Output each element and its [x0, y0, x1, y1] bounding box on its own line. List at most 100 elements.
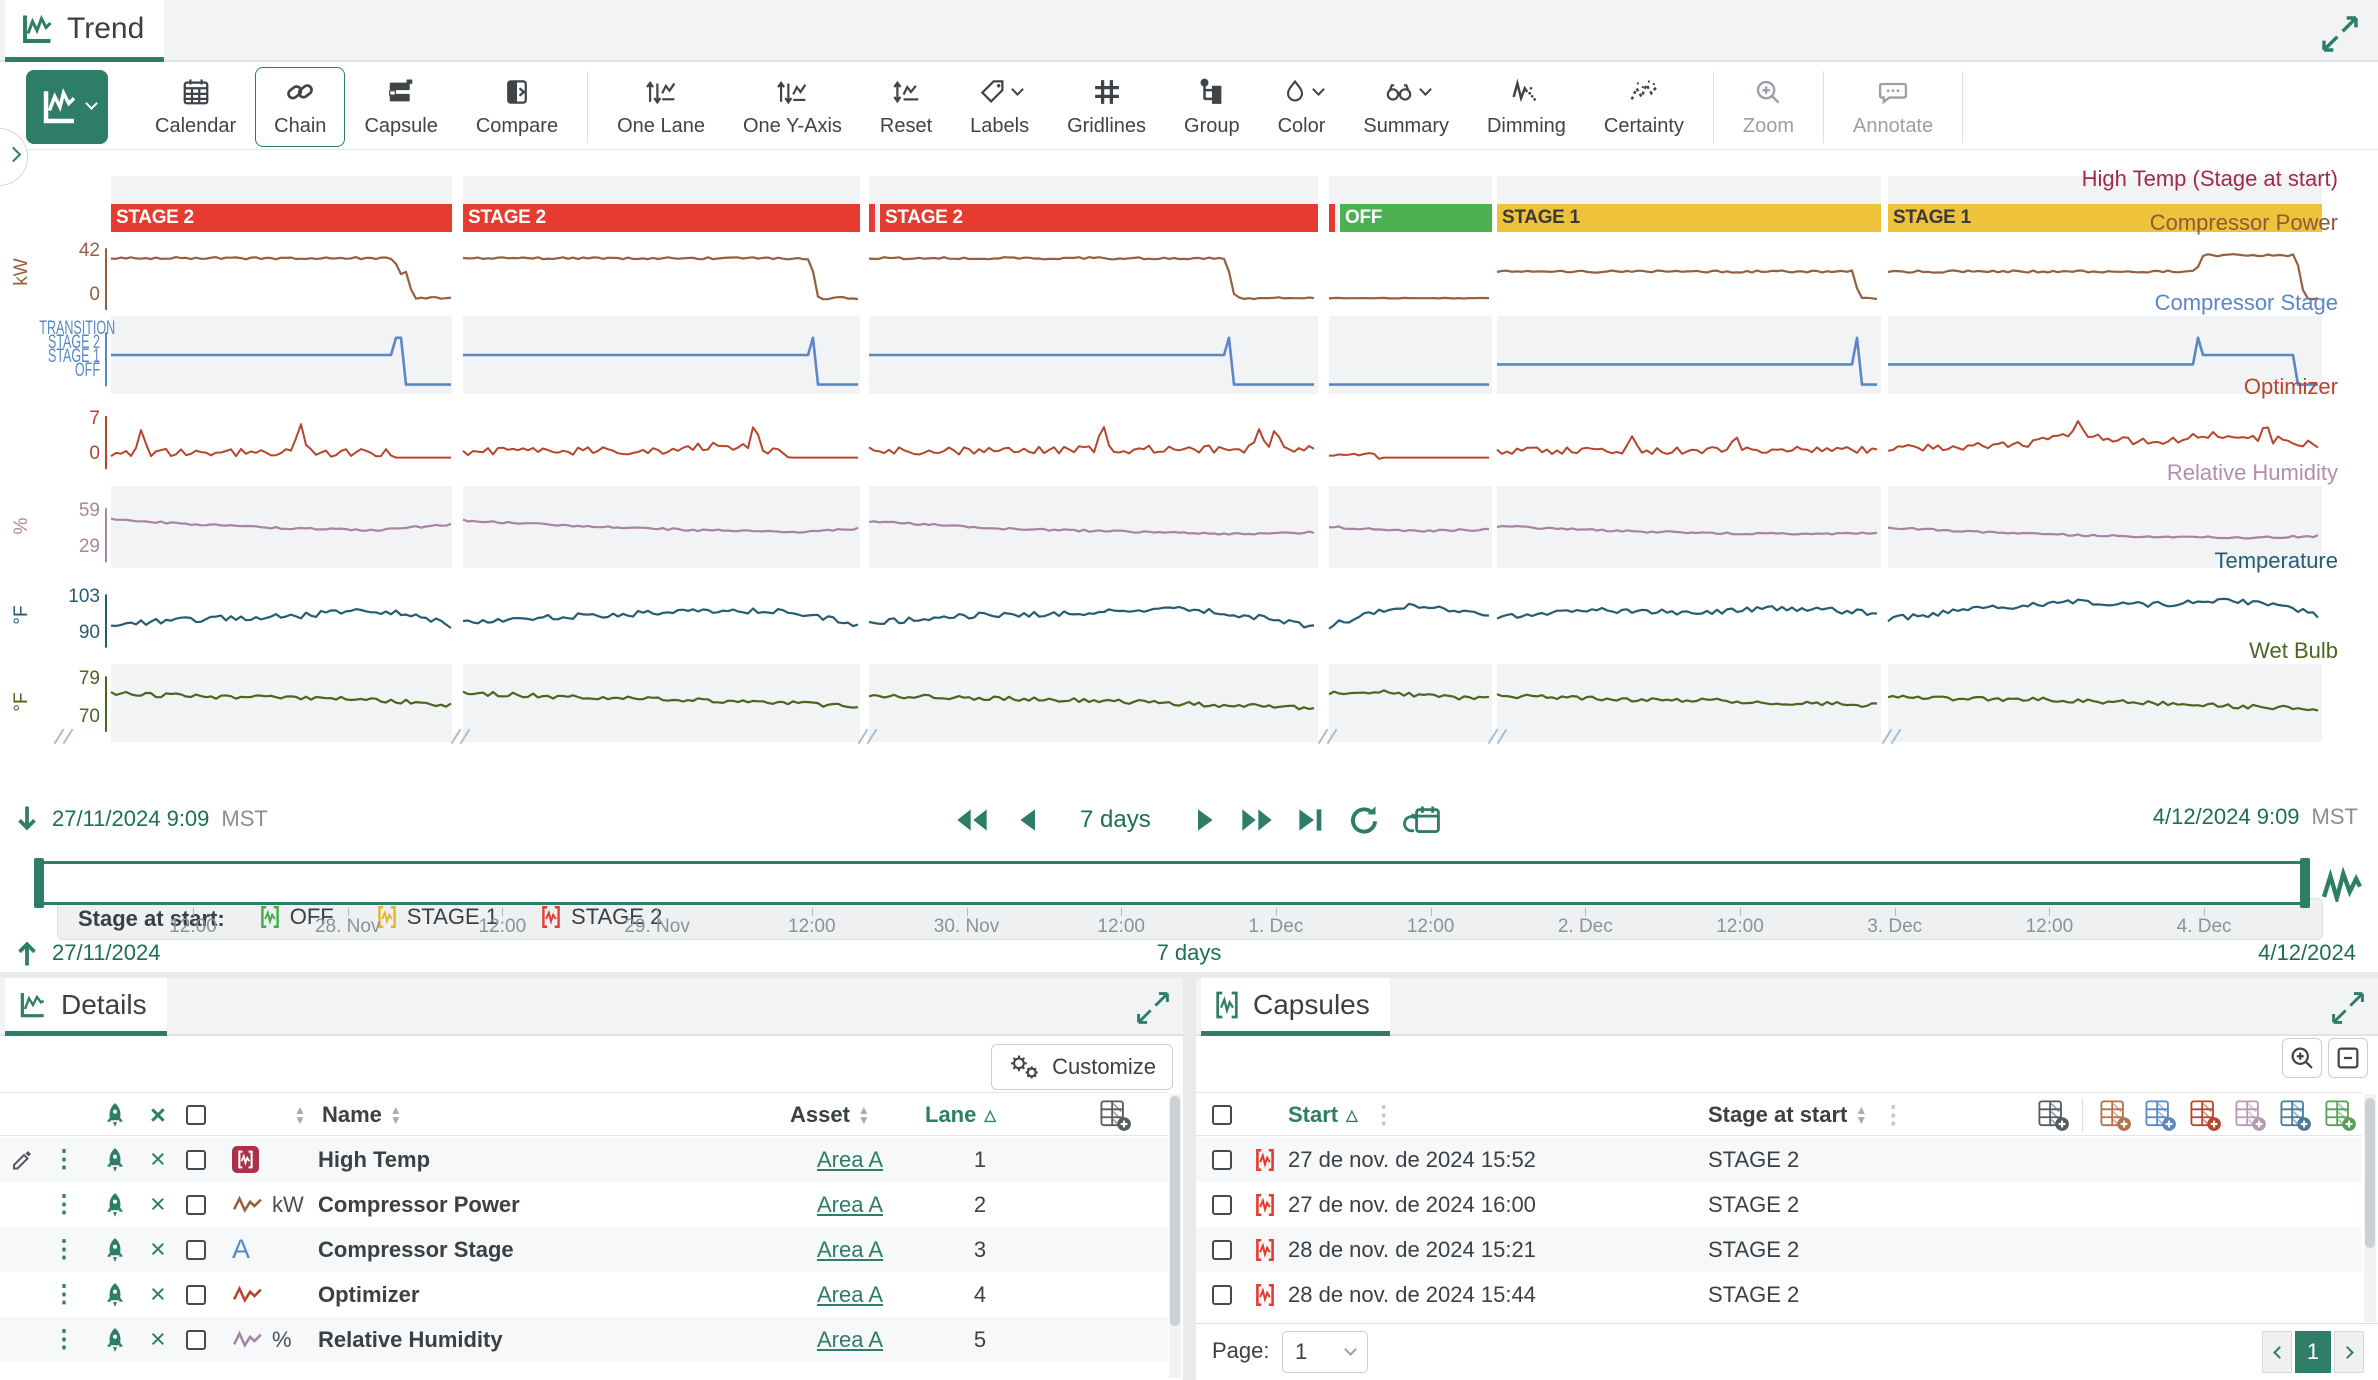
- add-signal-column-button[interactable]: [2188, 1093, 2222, 1137]
- customize-button[interactable]: Customize: [991, 1044, 1173, 1090]
- row-checkbox[interactable]: [186, 1227, 206, 1272]
- row-checkbox[interactable]: [186, 1137, 206, 1182]
- capsule-checkbox[interactable]: [1212, 1182, 1232, 1227]
- capsules-collapse-button[interactable]: [2328, 1038, 2368, 1078]
- row-rocket-button[interactable]: [102, 1182, 128, 1227]
- details-row[interactable]: ⋮×High TempArea A1: [0, 1137, 1168, 1182]
- sort-icon[interactable]: ▲▼: [858, 1105, 870, 1125]
- remove-row-button[interactable]: ×: [150, 1272, 166, 1317]
- stage-capsule-bar[interactable]: STAGE 2: [111, 204, 452, 232]
- row-asset-link[interactable]: Area A: [795, 1272, 905, 1317]
- timeline-right-handle[interactable]: [2300, 858, 2310, 908]
- column-header-start[interactable]: Start△⋮: [1288, 1093, 1396, 1137]
- toolbar-gridlines-button[interactable]: Gridlines: [1048, 67, 1165, 147]
- step-back-full-button[interactable]: [952, 804, 992, 836]
- step-forward-half-button[interactable]: [1193, 804, 1219, 836]
- row-menu-button[interactable]: ⋮: [52, 1137, 76, 1182]
- toolbar-chain-button[interactable]: Chain: [255, 67, 345, 147]
- toolbar-labels-button[interactable]: Labels: [951, 67, 1048, 147]
- toolbar-one-lane-button[interactable]: One Lane: [598, 67, 724, 147]
- row-asset-link[interactable]: Area A: [795, 1182, 905, 1227]
- details-row[interactable]: ⋮×kWCompressor PowerArea A2: [0, 1182, 1168, 1227]
- details-row[interactable]: ⋮×%Relative HumidityArea A5: [0, 1317, 1168, 1362]
- timeline-selection-bar[interactable]: [38, 861, 2306, 905]
- remove-row-button[interactable]: ×: [150, 1137, 166, 1182]
- toolbar-reset-button[interactable]: Reset: [861, 67, 951, 147]
- row-rocket-button[interactable]: [102, 1317, 128, 1362]
- display-range-start[interactable]: 27/11/2024 9:09: [52, 806, 209, 832]
- stage-capsule-sliver[interactable]: [869, 204, 875, 232]
- row-asset-link[interactable]: Area A: [795, 1317, 905, 1362]
- capsule-row[interactable]: 27 de nov. de 2024 16:00STAGE 2: [1196, 1182, 2362, 1227]
- toolbar-one-y-axis-button[interactable]: One Y-Axis: [724, 67, 861, 147]
- add-signal-column-button[interactable]: [2323, 1093, 2357, 1137]
- toolbar-dimming-button[interactable]: Dimming: [1468, 67, 1585, 147]
- sort-ascending-icon[interactable]: △: [1346, 1106, 1358, 1124]
- toolbar-group-button[interactable]: Group: [1165, 67, 1259, 147]
- toolbar-color-button[interactable]: Color: [1259, 67, 1345, 147]
- page-select[interactable]: 1: [1282, 1331, 1368, 1373]
- details-row[interactable]: ⋮×ACompressor StageArea A3: [0, 1227, 1168, 1272]
- capsule-checkbox[interactable]: [1212, 1137, 1232, 1182]
- details-row[interactable]: ⋮×OptimizerArea A4: [0, 1272, 1168, 1317]
- capsule-checkbox[interactable]: [1212, 1227, 1232, 1272]
- step-forward-full-button[interactable]: [1237, 804, 1277, 836]
- column-header-lane[interactable]: Lane△: [925, 1093, 996, 1137]
- remove-all-button[interactable]: ×: [150, 1093, 166, 1137]
- row-checkbox[interactable]: [186, 1272, 206, 1317]
- expand-trend-button[interactable]: [2320, 14, 2360, 54]
- sort-icon[interactable]: ▲▼: [390, 1105, 402, 1125]
- add-signal-column-button[interactable]: [2233, 1093, 2267, 1137]
- add-column-button[interactable]: [1098, 1093, 1132, 1137]
- row-asset-link[interactable]: Area A: [795, 1137, 905, 1182]
- stage-capsule-bar[interactable]: OFF: [1340, 204, 1492, 232]
- row-checkbox[interactable]: [186, 1182, 206, 1227]
- timeline-left-handle[interactable]: [34, 858, 44, 908]
- next-page-button[interactable]: [2334, 1331, 2364, 1373]
- step-back-half-button[interactable]: [1014, 804, 1040, 836]
- timezone-label[interactable]: MST: [2312, 804, 2358, 830]
- tab-trend[interactable]: Trend: [5, 0, 164, 62]
- column-header-stage-at-start[interactable]: Stage at start▲▼⋮: [1708, 1093, 1905, 1137]
- display-range-duration[interactable]: 7 days: [1080, 806, 1151, 834]
- investigate-range-duration[interactable]: 7 days: [1157, 940, 1222, 965]
- row-menu-button[interactable]: ⋮: [52, 1272, 76, 1317]
- tab-capsules[interactable]: Capsules: [1201, 978, 1390, 1036]
- row-rocket-button[interactable]: [102, 1272, 128, 1317]
- capsule-row[interactable]: 27 de nov. de 2024 15:52STAGE 2: [1196, 1137, 2362, 1182]
- row-rocket-button[interactable]: [102, 1137, 128, 1182]
- sort-icon[interactable]: ▲▼: [1855, 1105, 1867, 1125]
- row-checkbox[interactable]: [186, 1317, 206, 1362]
- capsule-row[interactable]: 28 de nov. de 2024 15:44STAGE 2: [1196, 1272, 2362, 1317]
- column-header-name[interactable]: Name▲▼: [322, 1093, 402, 1137]
- toolbar-calendar-button[interactable]: Calendar: [136, 67, 255, 147]
- investigate-range-start[interactable]: 27/11/2024: [52, 940, 160, 966]
- toolbar-summary-button[interactable]: Summary: [1344, 67, 1468, 147]
- add-signal-column-button[interactable]: [2278, 1093, 2312, 1137]
- refresh-button[interactable]: [1347, 803, 1381, 837]
- capsules-scrollbar[interactable]: [2364, 1094, 2376, 1322]
- row-rocket-button[interactable]: [102, 1227, 128, 1272]
- toolbar-capsule-button[interactable]: Capsule: [345, 67, 456, 147]
- stage-capsule-bar[interactable]: STAGE 2: [463, 204, 860, 232]
- add-signal-column-button[interactable]: [2098, 1093, 2132, 1137]
- stage-capsule-sliver[interactable]: [1329, 204, 1335, 232]
- auto-update-schedule-button[interactable]: [1403, 802, 1443, 838]
- current-page-button[interactable]: 1: [2295, 1331, 2331, 1373]
- timezone-label[interactable]: MST: [221, 806, 267, 832]
- toolbar-certainty-button[interactable]: Certainty: [1585, 67, 1703, 147]
- remove-row-button[interactable]: ×: [150, 1227, 166, 1272]
- display-range-end[interactable]: 4/12/2024 9:09: [2153, 804, 2300, 830]
- add-signal-column-button[interactable]: [2143, 1093, 2177, 1137]
- timeline-signal-button[interactable]: [2320, 866, 2364, 907]
- row-menu-button[interactable]: ⋮: [52, 1182, 76, 1227]
- stage-capsule-bar[interactable]: STAGE 2: [880, 204, 1318, 232]
- expand-details-button[interactable]: [1135, 990, 1171, 1026]
- capsule-row[interactable]: 28 de nov. de 2024 15:21STAGE 2: [1196, 1227, 2362, 1272]
- remove-row-button[interactable]: ×: [150, 1317, 166, 1362]
- column-header-asset[interactable]: Asset▲▼: [790, 1093, 870, 1137]
- row-menu-button[interactable]: ⋮: [52, 1317, 76, 1362]
- select-all-rocket[interactable]: [102, 1093, 128, 1137]
- tab-details[interactable]: Details: [5, 978, 167, 1036]
- expand-capsules-button[interactable]: [2330, 990, 2366, 1026]
